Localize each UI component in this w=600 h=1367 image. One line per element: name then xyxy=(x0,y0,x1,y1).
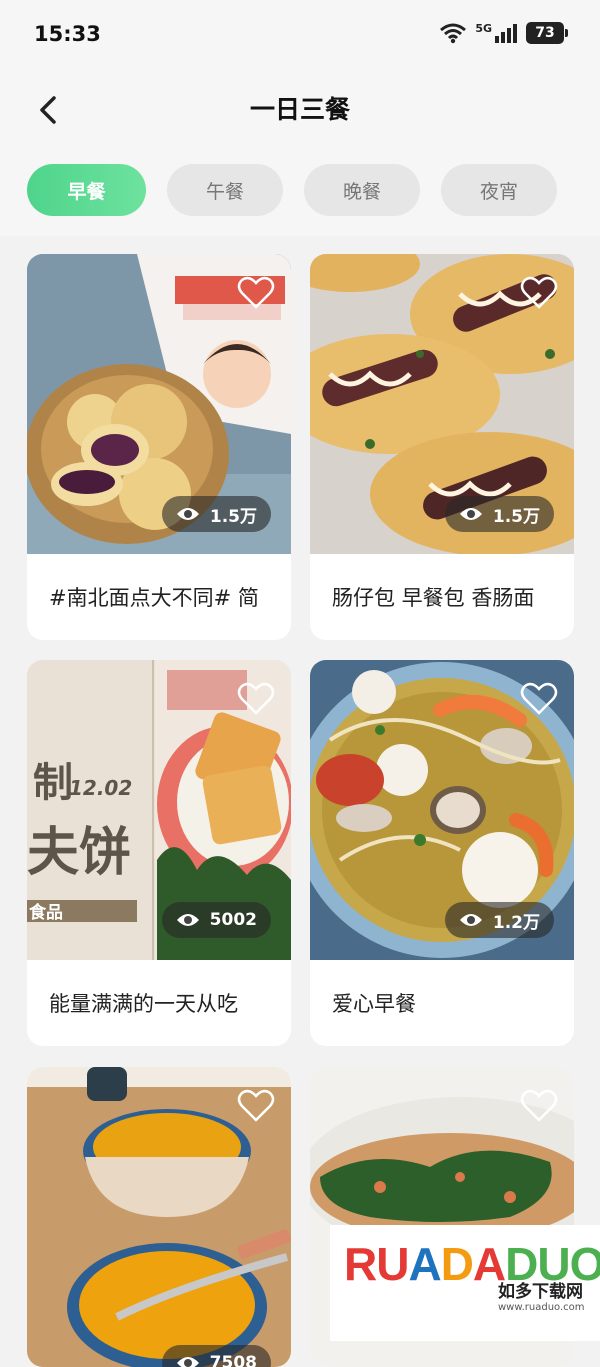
tab-dinner[interactable]: 晚餐 xyxy=(304,164,420,216)
view-count-badge: 1.5万 xyxy=(161,496,271,532)
overlay-text-big1: 制 xyxy=(33,760,73,806)
overlay-text-tag: 食品 xyxy=(29,903,63,923)
heart-icon[interactable] xyxy=(237,682,275,716)
eye-icon xyxy=(176,508,199,520)
recipe-card[interactable]: 1.5万 肠仔包 早餐包 香肠面 xyxy=(310,254,574,640)
eye-icon xyxy=(459,508,482,520)
battery-icon: 73 xyxy=(526,22,568,44)
recipe-card[interactable]: 1.2万 爱心早餐 xyxy=(310,660,574,1046)
watermark-cn: 如多下载网 xyxy=(498,1282,583,1302)
tab-lunch[interactable]: 午餐 xyxy=(167,164,283,216)
overlay-text-date: 12.02 xyxy=(69,776,133,800)
view-count: 1.5万 xyxy=(492,506,540,527)
wifi-icon xyxy=(440,23,467,44)
site-watermark: RUADADUO 如多下载网 www.ruaduo.com xyxy=(330,1225,600,1341)
tab-late-night[interactable]: 夜宵 xyxy=(441,164,557,216)
recipe-card[interactable]: 制 12.02 夫饼 食品 5002 能量满满的一天从吃 xyxy=(27,660,291,1046)
heart-icon[interactable] xyxy=(237,1089,275,1123)
recipe-card[interactable]: 1.5万 #南北面点大不同# 简 xyxy=(27,254,291,640)
tab-breakfast[interactable]: 早餐 xyxy=(27,164,146,216)
heart-icon[interactable] xyxy=(520,1089,558,1123)
recipe-caption: 爱心早餐 xyxy=(332,992,416,1016)
recipe-card[interactable]: 7508 xyxy=(27,1067,291,1367)
view-count-badge: 7508 xyxy=(161,1345,271,1367)
recipe-image: 制 12.02 夫饼 食品 5002 xyxy=(27,660,291,960)
meal-tabs: 早餐 午餐 晚餐 夜宵 xyxy=(0,150,600,236)
eye-icon xyxy=(176,914,199,926)
network-label: 5G xyxy=(475,22,492,35)
recipe-image: 1.5万 xyxy=(310,254,574,554)
system-icons: 5G 73 xyxy=(439,22,568,44)
status-bar: 15:33 5G 73 xyxy=(0,0,600,70)
watermark-url: www.ruaduo.com xyxy=(498,1302,585,1313)
recipe-image: 7508 xyxy=(27,1067,291,1367)
recipe-image: 1.5万 xyxy=(27,254,291,554)
recipe-caption: 能量满满的一天从吃 xyxy=(49,992,238,1016)
page-title: 一日三餐 xyxy=(249,95,350,124)
view-count-badge: 1.5万 xyxy=(444,496,554,532)
heart-icon[interactable] xyxy=(520,276,558,310)
view-count-badge: 5002 xyxy=(161,902,271,938)
status-time: 15:33 xyxy=(34,22,101,46)
view-count-badge: 1.2万 xyxy=(444,902,554,938)
view-count: 7508 xyxy=(209,1353,257,1367)
overlay-text-big2: 夫饼 xyxy=(27,823,132,883)
heart-icon[interactable] xyxy=(237,276,275,310)
view-count: 1.5万 xyxy=(209,506,257,527)
eye-icon xyxy=(176,1357,199,1367)
signal-icon xyxy=(495,24,517,43)
nav-header: 一日三餐 xyxy=(0,70,600,150)
view-count: 1.2万 xyxy=(492,912,540,933)
heart-icon[interactable] xyxy=(520,682,558,716)
view-count: 5002 xyxy=(209,910,257,930)
eye-icon xyxy=(459,914,482,926)
recipe-caption: #南北面点大不同# 简 xyxy=(49,586,259,610)
recipe-caption: 肠仔包 早餐包 香肠面 xyxy=(332,586,535,610)
recipe-image: 1.2万 xyxy=(310,660,574,960)
